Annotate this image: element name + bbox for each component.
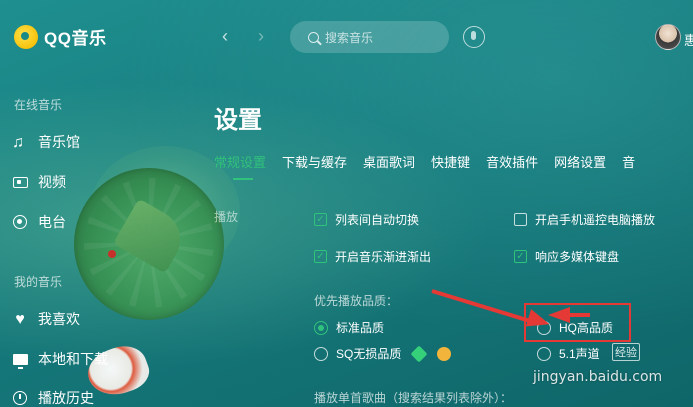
qq-music-logo-icon xyxy=(14,24,38,49)
heart-icon xyxy=(12,311,28,327)
avatar[interactable] xyxy=(655,24,681,50)
tab-desktop-lyrics[interactable]: 桌面歌词 xyxy=(363,152,415,172)
checkbox-auto-switch-list[interactable]: ✓ 列表间自动切换 xyxy=(314,211,419,228)
checkbox-checked-icon[interactable]: ✓ xyxy=(314,250,327,263)
app-name: QQ音乐 xyxy=(44,29,107,48)
tab-sound-truncated[interactable]: 音 xyxy=(622,152,635,172)
radio-unselected-icon[interactable] xyxy=(314,346,328,361)
tab-shortcuts[interactable]: 快捷键 xyxy=(431,152,470,172)
lotus-leaf xyxy=(74,168,224,320)
checkbox-unchecked-icon[interactable] xyxy=(514,213,527,226)
sidebar-item-label: 视频 xyxy=(38,174,66,190)
sidebar-item-music-hall[interactable]: 音乐馆 xyxy=(12,132,80,152)
checkbox-label: 开启音乐渐进渐出 xyxy=(335,250,432,264)
settings-tabs: 常规设置 下载与缓存 桌面歌词 快捷键 音效插件 网络设置 音 xyxy=(214,152,651,180)
radio-selected-icon[interactable] xyxy=(314,320,328,335)
checkbox-media-keys[interactable]: ✓ 响应多媒体键盘 xyxy=(514,248,619,265)
tab-general[interactable]: 常规设置 xyxy=(214,152,266,180)
forward-button[interactable]: › xyxy=(258,27,264,45)
radio-unselected-icon[interactable] xyxy=(537,346,551,361)
back-button[interactable]: ‹ xyxy=(222,27,228,45)
sidebar-item-history[interactable]: 播放历史 xyxy=(12,388,94,407)
voice-search-button[interactable] xyxy=(463,26,485,48)
sidebar-item-radio[interactable]: 电台 xyxy=(12,212,66,232)
vip-badge-icon xyxy=(437,346,452,361)
checkbox-phone-remote[interactable]: 开启手机遥控电脑播放 xyxy=(514,211,655,228)
diamond-badge-icon xyxy=(410,345,428,362)
sidebar-item-label: 播放历史 xyxy=(38,390,94,406)
section-label-playback: 播放 xyxy=(214,210,239,224)
annotation-arrow-left-icon xyxy=(548,307,570,323)
radio-icon xyxy=(12,214,28,230)
sidebar-item-local-downloads[interactable]: 本地和下载 xyxy=(12,349,108,369)
username-label[interactable]: 惠 xyxy=(684,30,693,49)
sidebar-item-video[interactable]: 视频 xyxy=(12,172,66,192)
quality-title: 优先播放品质： xyxy=(314,294,399,308)
checkbox-fade-in-out[interactable]: ✓ 开启音乐渐进渐出 xyxy=(314,248,431,265)
search-placeholder: 搜索音乐 xyxy=(325,30,374,45)
checkbox-checked-icon[interactable]: ✓ xyxy=(314,213,327,226)
music-note-icon xyxy=(12,134,28,150)
video-icon xyxy=(12,174,28,190)
sidebar-section-online: 在线音乐 xyxy=(14,98,63,112)
radio-5-1-channel[interactable]: 5.1声道 xyxy=(537,345,600,362)
page-title: 设置 xyxy=(214,107,262,134)
sidebar-item-label: 我喜欢 xyxy=(38,311,80,327)
search-input[interactable]: 搜索音乐 xyxy=(290,21,449,53)
history-icon xyxy=(12,390,28,406)
annotation-arrow-shaft xyxy=(431,289,538,326)
radio-sq-lossless[interactable]: SQ无损品质 xyxy=(314,345,452,362)
checkbox-label: 列表间自动切换 xyxy=(335,213,420,227)
checkbox-checked-icon[interactable]: ✓ xyxy=(514,250,527,263)
zongzi-leaf-wrap xyxy=(113,198,191,274)
search-icon xyxy=(308,31,319,43)
app-logo[interactable]: QQ音乐 xyxy=(14,24,106,49)
monitor-icon xyxy=(12,351,28,369)
sidebar-item-favorites[interactable]: 我喜欢 xyxy=(12,309,80,329)
checkbox-label: 开启手机遥控电脑播放 xyxy=(535,213,656,227)
radio-label: SQ无损品质 xyxy=(336,347,402,361)
tab-sound-plugins[interactable]: 音效插件 xyxy=(486,152,538,172)
sidebar-item-label: 本地和下载 xyxy=(38,351,108,367)
watermark: jingyan.baidu.com xyxy=(533,369,663,385)
radio-standard-quality[interactable]: 标准品质 xyxy=(314,319,384,336)
tab-network[interactable]: 网络设置 xyxy=(554,152,606,172)
sidebar-item-label: 音乐馆 xyxy=(38,134,80,150)
radio-label: 5.1声道 xyxy=(559,347,600,361)
checkbox-label: 响应多媒体键盘 xyxy=(535,250,620,264)
single-play-title: 播放单首歌曲（搜索结果列表除外）： xyxy=(314,391,513,405)
watermark-tag: 经验 xyxy=(612,343,640,361)
ladybug xyxy=(108,250,116,258)
annotation-arrow-tail xyxy=(568,313,590,317)
tab-download-cache[interactable]: 下载与缓存 xyxy=(282,152,347,172)
sidebar-item-label: 电台 xyxy=(38,214,66,230)
radio-label: 标准品质 xyxy=(336,321,385,335)
sidebar-section-mine: 我的音乐 xyxy=(14,275,63,289)
